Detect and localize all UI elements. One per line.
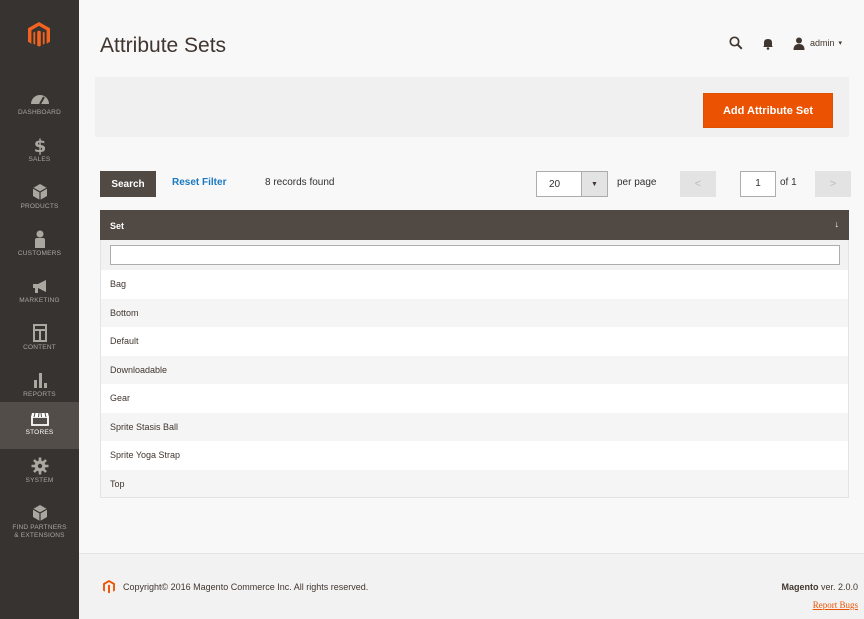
megaphone-icon: [32, 280, 46, 293]
sidebar-item-label: SALES: [28, 156, 51, 163]
sidebar-item-customers[interactable]: CUSTOMERS: [0, 223, 79, 270]
sidebar-item-stores[interactable]: STORES: [0, 402, 79, 449]
add-attribute-set-button[interactable]: Add Attribute Set: [703, 93, 833, 128]
brand-name: Magento: [781, 582, 819, 592]
sidebar-item-label: REPORTS: [23, 391, 56, 398]
magento-logo-icon: [28, 22, 50, 47]
sidebar-item-label: PRODUCTS: [20, 203, 59, 210]
table-row[interactable]: Default: [100, 327, 849, 356]
sidebar-item-label: DASHBOARD: [18, 109, 61, 116]
page-footer: Copyright© 2016 Magento Commerce Inc. Al…: [79, 554, 864, 619]
page-actions-bar: Add Attribute Set: [95, 77, 849, 137]
reset-filter-link[interactable]: Reset Filter: [172, 177, 226, 188]
search-icon[interactable]: [727, 34, 745, 52]
table-row[interactable]: Bag: [100, 270, 849, 299]
cube-icon: [32, 184, 47, 200]
sidebar-item-marketing[interactable]: MARKETING: [0, 270, 79, 317]
set-filter-input[interactable]: [110, 245, 840, 265]
page-number-input[interactable]: 1: [740, 171, 776, 197]
admin-sidebar: DASHBOARD $ SALES PRODUCTS CUSTOMERS MAR…: [0, 0, 79, 619]
table-row[interactable]: Sprite Stasis Ball: [100, 412, 849, 441]
magento-logo-icon: [103, 580, 115, 594]
table-row[interactable]: Bottom: [100, 298, 849, 327]
table-row[interactable]: Top: [100, 469, 849, 498]
search-button[interactable]: Search: [100, 171, 156, 197]
admin-username: admin: [809, 38, 835, 48]
table-row[interactable]: Sprite Yoga Strap: [100, 441, 849, 470]
sidebar-item-dashboard[interactable]: DASHBOARD: [0, 82, 79, 129]
records-count: 8 records found: [265, 177, 335, 188]
chevron-down-icon: ▾: [838, 40, 842, 47]
sidebar-item-label: CUSTOMERS: [17, 250, 62, 257]
version-number: ver. 2.0.0: [818, 582, 858, 592]
previous-page-button[interactable]: <: [680, 171, 716, 197]
sidebar-item-label: SYSTEM: [25, 477, 54, 484]
user-icon: [793, 37, 805, 50]
bar-chart-icon: [33, 373, 47, 388]
attribute-sets-grid: Set ↓ Bag Bottom Default Downloadable Ge…: [100, 210, 849, 498]
sidebar-item-label: MARKETING: [19, 297, 60, 304]
per-page-label: per page: [617, 177, 657, 188]
chevron-down-icon[interactable]: ▼: [581, 172, 607, 196]
user-icon: [34, 230, 45, 248]
store-icon: [30, 412, 49, 426]
column-header-set[interactable]: Set ↓: [100, 210, 849, 240]
per-page-select[interactable]: 20 ▼: [536, 171, 608, 197]
copyright-text: Copyright© 2016 Magento Commerce Inc. Al…: [123, 582, 369, 592]
table-row[interactable]: Downloadable: [100, 355, 849, 384]
sidebar-item-system[interactable]: SYSTEM: [0, 450, 79, 497]
sort-arrow-icon: ↓: [834, 219, 840, 229]
gear-icon: [31, 457, 48, 475]
sidebar-item-label: CONTENT: [23, 344, 56, 351]
content-icon: [32, 324, 47, 342]
page-total: of 1: [780, 177, 797, 188]
sidebar-item-label: FIND PARTNERS: [12, 524, 67, 531]
admin-user-menu[interactable]: admin ▾: [793, 37, 842, 50]
version-info: Magento ver. 2.0.0: [781, 582, 858, 592]
table-row[interactable]: Gear: [100, 384, 849, 413]
filter-row: [100, 240, 849, 270]
chevron-right-icon: >: [829, 178, 837, 190]
svg-text:$: $: [33, 136, 46, 155]
sidebar-item-label: STORES: [25, 429, 54, 436]
bell-icon[interactable]: [759, 34, 777, 52]
partners-icon: [32, 505, 47, 521]
magento-logo[interactable]: [0, 0, 79, 66]
chevron-left-icon: <: [694, 178, 702, 190]
next-page-button[interactable]: >: [815, 171, 851, 197]
page-title: Attribute Sets: [100, 34, 227, 57]
sidebar-item-label-line2: & EXTENSIONS: [14, 532, 65, 539]
header-actions: admin ▾: [713, 33, 842, 53]
dashboard-icon: [30, 95, 49, 105]
sidebar-item-partners[interactable]: FIND PARTNERS & EXTENSIONS: [0, 497, 79, 552]
sidebar-item-sales[interactable]: $ SALES: [0, 129, 79, 176]
per-page-value: 20: [549, 179, 561, 190]
column-header-label: Set: [110, 221, 125, 231]
dollar-icon: $: [33, 136, 46, 155]
sidebar-item-products[interactable]: PRODUCTS: [0, 176, 79, 223]
sidebar-item-content[interactable]: CONTENT: [0, 317, 79, 364]
report-bugs-link[interactable]: Report Bugs: [813, 600, 858, 610]
